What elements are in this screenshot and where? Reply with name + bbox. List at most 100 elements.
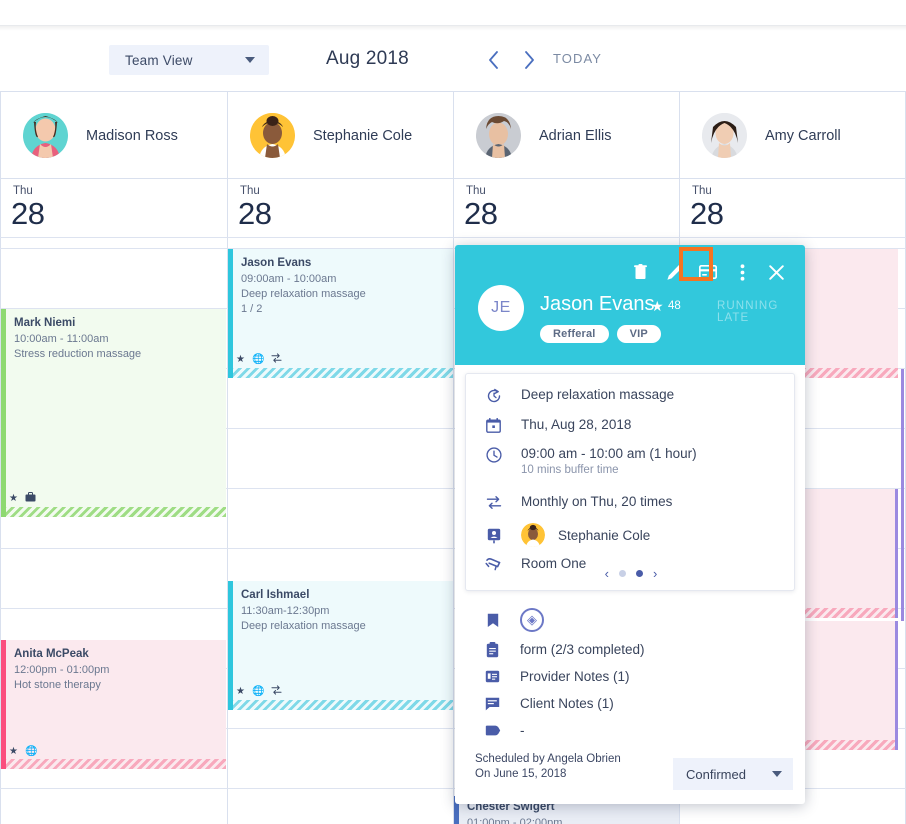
repeat-glyph (271, 685, 282, 695)
meta-row-provider-notes[interactable]: Provider Notes (1) (465, 664, 795, 689)
client-tag[interactable]: VIP (616, 325, 661, 343)
repeat-glyph (271, 353, 282, 363)
scheduled-by-info: Scheduled by Angela Obrien On June 15, 2… (475, 752, 621, 782)
avatar (23, 113, 68, 158)
detail-row-provider: Stephanie Cole (466, 523, 796, 547)
more-icon[interactable] (725, 255, 759, 289)
chevron-down-icon (772, 771, 782, 777)
chevron-left-icon (488, 51, 498, 69)
tag-icon (465, 725, 520, 736)
appointment-count: 1 / 2 (241, 303, 263, 315)
meta-row-client-notes[interactable]: Client Notes (1) (465, 691, 795, 716)
calendar-glyph (486, 418, 501, 433)
view-selector[interactable]: Team View (109, 45, 269, 75)
hatch-stripe (233, 700, 453, 710)
appointment-icons: ★ 🌐 (9, 746, 37, 757)
pager-dot-active[interactable] (636, 570, 643, 577)
form-icon (465, 641, 520, 658)
globe-icon: 🌐 (251, 354, 265, 365)
hatch-stripe (233, 368, 453, 378)
briefcase-icon (25, 492, 36, 505)
staff-column-header[interactable]: Stephanie Cole (228, 92, 453, 179)
detail-row-service: Deep relaxation massage (466, 387, 796, 404)
status-selector[interactable]: Confirmed (673, 758, 793, 790)
date-cell: Thu 28 (454, 179, 679, 237)
meta-row-tag[interactable]: - (465, 718, 795, 743)
star-icon: ★ (9, 493, 18, 504)
staff-name: Stephanie Cole (313, 127, 413, 144)
bookmark-icon (465, 613, 520, 628)
kebab-glyph (740, 263, 744, 281)
badge-glyph (487, 528, 500, 543)
star-icon: ★ (236, 354, 245, 365)
staff-column-header[interactable]: Madison Ross (1, 92, 227, 179)
payment-icon[interactable] (691, 255, 725, 289)
globe-icon[interactable]: ◈ (520, 608, 544, 632)
card-glyph (699, 265, 717, 279)
repeat-icon (466, 494, 521, 510)
status-selector-label: Confirmed (686, 766, 746, 782)
appointment-time: 01:00pm - 02:00pm (467, 817, 563, 824)
delete-icon[interactable] (623, 255, 657, 289)
meta-tag-text: - (520, 723, 525, 738)
popup-client-name: Jason Evans (540, 293, 655, 315)
day-number: 28 (238, 196, 272, 231)
staff-column-header[interactable]: Adrian Ellis (454, 92, 679, 179)
note-glyph (485, 670, 500, 683)
appointment-time: 09:00am - 10:00am (241, 273, 337, 285)
appointment-time: 10:00am - 11:00am (14, 333, 109, 345)
appointment-block[interactable]: Anita McPeak 12:00pm - 01:00pm Hot stone… (1, 640, 226, 769)
bookmark-glyph (487, 613, 498, 627)
chevron-down-icon (245, 57, 255, 63)
detail-row-time: 09:00 am - 10:00 am (1 hour) 10 mins buf… (466, 446, 796, 476)
today-button[interactable]: TODAY (553, 51, 602, 66)
date-cell: Thu 28 (680, 179, 905, 237)
hatch-stripe (6, 759, 226, 769)
detail-time-text: 09:00 am - 10:00 am (1 hour) (521, 446, 697, 461)
window-top-bar (0, 0, 906, 26)
provider-avatar (521, 523, 545, 547)
popup-action-icons (623, 255, 793, 289)
prev-period-button[interactable] (480, 47, 506, 73)
edit-icon[interactable] (657, 255, 691, 289)
close-icon[interactable] (759, 255, 793, 289)
avatar (476, 113, 521, 158)
appointment-meta-list: ◈ form (2/3 completed) Provider Notes (1… (465, 605, 795, 745)
detail-buffer-text: 10 mins buffer time (521, 464, 619, 476)
avatar (250, 113, 295, 158)
staff-name: Amy Carroll (765, 127, 841, 144)
repeat-icon (271, 353, 282, 366)
day-number: 28 (464, 196, 498, 231)
view-selector-label: Team View (125, 52, 193, 68)
detail-provider-name: Stephanie Cole (558, 527, 651, 543)
meta-row-bookmark[interactable]: ◈ (465, 605, 795, 635)
appointment-detail-popup: JE Jason Evans ★ 48 RUNNING LATE Reffera… (455, 245, 805, 804)
staff-column-header[interactable]: Amy Carroll (680, 92, 905, 179)
appointment-block[interactable]: Carl Ishmael 11:30am-12:30pm Deep relaxa… (228, 581, 453, 710)
appointment-service: Hot stone therapy (14, 679, 101, 691)
service-icon (466, 387, 521, 404)
appointment-client: Jason Evans (241, 257, 312, 269)
pager-dot[interactable] (619, 570, 626, 577)
appointment-block[interactable]: Jason Evans 09:00am - 10:00am Deep relax… (228, 249, 453, 378)
status-badge: RUNNING LATE (717, 300, 779, 324)
appointment-block[interactable]: Mark Niemi 10:00am - 11:00am Stress redu… (1, 309, 226, 517)
chevron-right-icon (524, 51, 534, 69)
client-rating: 48 (668, 300, 681, 312)
star-icon: ★ (651, 298, 664, 314)
grid-line (0, 237, 906, 238)
date-cell: Thu 28 (1, 179, 227, 237)
meta-row-form[interactable]: form (2/3 completed) (465, 637, 795, 662)
provider-notes-icon (465, 670, 520, 683)
client-tag[interactable]: Refferal (540, 325, 609, 343)
client-notes-icon (465, 697, 520, 711)
next-period-button[interactable] (516, 47, 542, 73)
appointment-icons: ★ 🌐 (236, 353, 282, 366)
briefcase-glyph (25, 492, 36, 502)
detail-row-recurrence: Monthly on Thu, 20 times (466, 494, 796, 510)
pencil-glyph (666, 264, 682, 280)
appointment-icons: ★ (9, 492, 36, 505)
pager-prev-button[interactable]: ‹ (605, 566, 609, 581)
day-number: 28 (690, 196, 724, 231)
pager-next-button[interactable]: › (653, 566, 657, 581)
